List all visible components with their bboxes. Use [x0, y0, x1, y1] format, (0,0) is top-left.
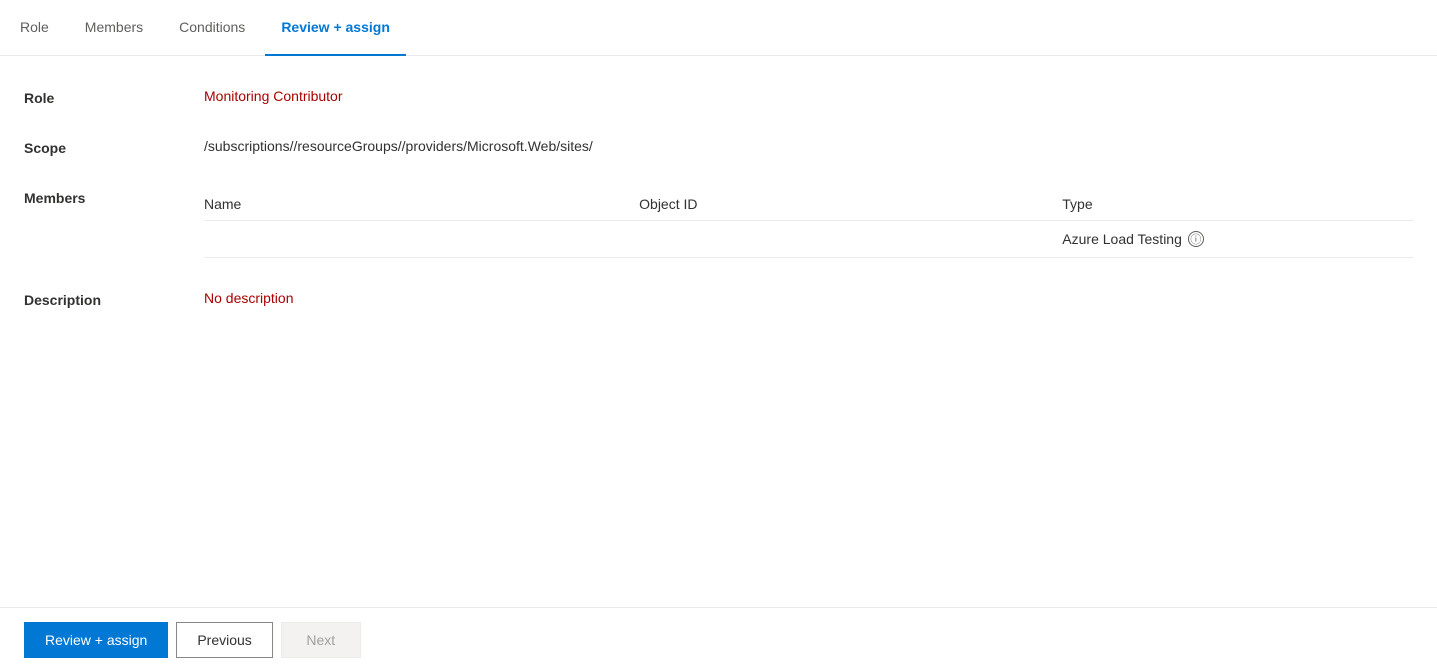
next-button-label: Next	[306, 632, 335, 648]
member-objectid	[627, 221, 1050, 258]
member-type: Azure Load Testing ⓘ	[1050, 221, 1413, 258]
previous-button-label: Previous	[197, 632, 251, 648]
footer: Review + assign Previous Next	[0, 607, 1437, 671]
review-assign-button-label: Review + assign	[45, 632, 147, 648]
next-button: Next	[281, 622, 361, 658]
role-value: Monitoring Contributor	[204, 88, 343, 104]
scope-paths: /subscriptions/ /resourceGroups/ /provid…	[204, 138, 1413, 154]
members-section: Members Name Object ID Type	[24, 188, 1413, 258]
members-label: Members	[24, 188, 204, 206]
tab-role-label: Role	[20, 19, 49, 35]
col-header-objectid: Object ID	[627, 188, 1050, 221]
members-table: Name Object ID Type Azure Load Testing ⓘ	[204, 188, 1413, 258]
role-label: Role	[24, 88, 204, 106]
scope-content: /subscriptions/ /resourceGroups/ /provid…	[204, 138, 1413, 154]
col-header-name: Name	[204, 188, 627, 221]
scope-part-2: /resourceGroups/	[293, 138, 401, 154]
description-value: No description	[204, 290, 294, 306]
tab-role[interactable]: Role	[20, 0, 65, 56]
description-content: No description	[204, 290, 1413, 306]
member-name	[204, 221, 627, 258]
main-content: Role Monitoring Contributor Scope /subsc…	[0, 56, 1437, 607]
type-cell: Azure Load Testing ⓘ	[1062, 231, 1401, 247]
tab-members-label: Members	[85, 19, 143, 35]
members-content: Name Object ID Type Azure Load Testing ⓘ	[204, 188, 1413, 258]
scope-part-3: /providers/Microsoft.Web/sites/	[402, 138, 593, 154]
tab-review-assign-label: Review + assign	[281, 19, 390, 35]
previous-button[interactable]: Previous	[176, 622, 272, 658]
col-header-type: Type	[1050, 188, 1413, 221]
member-type-value: Azure Load Testing	[1062, 231, 1182, 247]
description-label: Description	[24, 290, 204, 308]
review-assign-button[interactable]: Review + assign	[24, 622, 168, 658]
role-section: Role Monitoring Contributor	[24, 88, 1413, 106]
table-row: Azure Load Testing ⓘ	[204, 221, 1413, 258]
tab-conditions[interactable]: Conditions	[163, 0, 261, 56]
members-table-body: Azure Load Testing ⓘ	[204, 221, 1413, 258]
tab-navigation: Role Members Conditions Review + assign	[0, 0, 1437, 56]
tab-conditions-label: Conditions	[179, 19, 245, 35]
scope-part-1: /subscriptions/	[204, 138, 293, 154]
info-icon[interactable]: ⓘ	[1188, 231, 1204, 247]
scope-label: Scope	[24, 138, 204, 156]
description-section: Description No description	[24, 290, 1413, 308]
members-table-header: Name Object ID Type	[204, 188, 1413, 221]
role-content: Monitoring Contributor	[204, 88, 1413, 104]
tab-review-assign[interactable]: Review + assign	[265, 0, 406, 56]
tab-members[interactable]: Members	[69, 0, 159, 56]
scope-section: Scope /subscriptions/ /resourceGroups/ /…	[24, 138, 1413, 156]
